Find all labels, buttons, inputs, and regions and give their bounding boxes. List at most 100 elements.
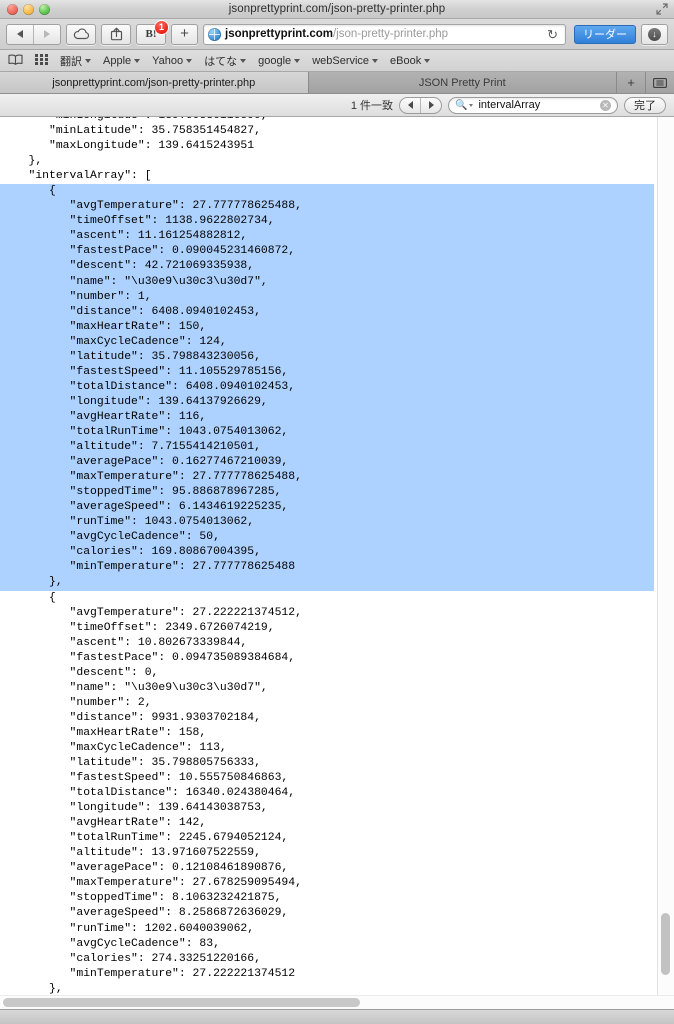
json-line: "ascent": 11.161254882812, bbox=[0, 229, 654, 245]
close-icon[interactable] bbox=[7, 3, 18, 15]
window-bottom-bar bbox=[0, 1009, 674, 1024]
tab-label: jsonprettyprint.com/json-pretty-printer.… bbox=[52, 76, 256, 89]
chevron-down-icon bbox=[85, 58, 91, 63]
icloud-tabs-button[interactable] bbox=[66, 23, 96, 45]
json-line: "maxTemperature": 27.678259095494, bbox=[8, 877, 302, 890]
json-line: }, bbox=[8, 982, 63, 995]
add-bookmark-button[interactable]: + bbox=[171, 23, 198, 45]
find-match-count: 1 件一致 bbox=[350, 100, 393, 112]
json-line: "averagePace": 0.12108461890876, bbox=[8, 862, 289, 875]
tab-json-pretty-print[interactable]: JSON Pretty Print bbox=[308, 72, 617, 93]
json-line: "avgHeartRate": 116, bbox=[0, 409, 654, 425]
clear-search-icon[interactable]: ✕ bbox=[600, 99, 611, 111]
back-button[interactable] bbox=[7, 24, 34, 44]
nav-buttons bbox=[6, 23, 61, 45]
reader-button[interactable]: リーダー bbox=[574, 24, 636, 44]
json-line: "maxLongitude": 139.6415243951 bbox=[8, 140, 255, 153]
json-line: "maxHeartRate": 150, bbox=[0, 319, 654, 335]
find-done-button[interactable]: 完了 bbox=[624, 96, 666, 114]
minimize-icon[interactable] bbox=[23, 3, 34, 15]
bookmark-label: google bbox=[258, 54, 292, 67]
json-line: "fastestPace": 0.090045231460872, bbox=[0, 244, 654, 260]
bookmark-item-translate[interactable]: 翻訳 bbox=[60, 53, 91, 69]
json-line: "latitude": 35.798843230056, bbox=[0, 349, 654, 365]
bookmark-item-ebook[interactable]: eBook bbox=[390, 55, 431, 67]
title-bar: jsonprettyprint.com/json-pretty-printer.… bbox=[0, 0, 674, 19]
safari-window: jsonprettyprint.com/json-pretty-printer.… bbox=[0, 0, 674, 1024]
json-line: "totalRunTime": 2245.6794052124, bbox=[8, 832, 289, 845]
find-navigation bbox=[399, 96, 442, 114]
window-title: jsonprettyprint.com/json-pretty-printer.… bbox=[228, 3, 446, 15]
next-arrow-icon bbox=[428, 101, 434, 109]
json-line: "latitude": 35.798805756333, bbox=[8, 757, 261, 770]
fullscreen-icon[interactable] bbox=[656, 3, 668, 15]
plus-icon: + bbox=[627, 75, 635, 90]
downloads-button[interactable]: ↓ bbox=[641, 23, 668, 45]
json-line: }, bbox=[0, 575, 654, 591]
bookmark-label: はてな bbox=[204, 55, 238, 68]
zoom-icon[interactable] bbox=[39, 3, 50, 15]
json-line: "name": "\u30e9\u30c3\u30d7", bbox=[8, 681, 268, 694]
find-next-button[interactable] bbox=[421, 98, 441, 113]
json-line: "calories": 169.80867004395, bbox=[0, 545, 654, 561]
json-line: "stoppedTime": 95.886878967285, bbox=[0, 485, 654, 501]
bookmark-item-hatena[interactable]: はてな bbox=[204, 53, 247, 69]
bookmark-label: webService bbox=[312, 54, 370, 67]
json-output[interactable]: "minLongitude": 139.60336116899, "minLat… bbox=[0, 117, 657, 995]
json-line: "totalDistance": 6408.0940102453, bbox=[0, 379, 654, 395]
json-line: "totalDistance": 16340.024380464, bbox=[8, 787, 296, 800]
bookmark-item-apple[interactable]: Apple bbox=[103, 54, 141, 67]
chevron-down-icon bbox=[372, 58, 379, 63]
bookmark-item-webservice[interactable]: webService bbox=[312, 54, 379, 67]
find-input-wrapper[interactable]: 🔍 intervalArray ✕ bbox=[448, 96, 618, 114]
json-line: "avgHeartRate": 142, bbox=[8, 817, 207, 830]
website-icon bbox=[208, 27, 221, 41]
tab-overview-icon bbox=[653, 77, 667, 88]
hatena-bookmark-button[interactable]: B! 1 bbox=[136, 20, 168, 45]
chevron-down-icon[interactable] bbox=[469, 103, 474, 107]
json-line: "ascent": 10.802673339844, bbox=[8, 636, 248, 649]
json-line: "fastestPace": 0.094735089384684, bbox=[8, 651, 296, 664]
share-icon bbox=[110, 27, 122, 41]
bookmark-item-yahoo[interactable]: Yahoo bbox=[152, 55, 193, 67]
find-input[interactable]: intervalArray bbox=[478, 99, 600, 111]
tab-overview-button[interactable] bbox=[646, 72, 674, 93]
url-host: jsonprettyprint.com bbox=[225, 28, 333, 40]
json-line: "avgTemperature": 27.222221374512, bbox=[8, 606, 302, 619]
json-line: "descent": 0, bbox=[8, 666, 159, 679]
tab-bar: jsonprettyprint.com/json-pretty-printer.… bbox=[0, 72, 674, 94]
json-line: "longitude": 139.64137926629, bbox=[0, 394, 654, 410]
share-button[interactable] bbox=[101, 23, 131, 45]
vertical-scrollbar[interactable] bbox=[657, 117, 674, 995]
new-tab-button[interactable]: + bbox=[617, 72, 646, 93]
chevron-down-icon bbox=[424, 58, 431, 63]
json-line: "minLongitude": 139.60336116899, bbox=[0, 117, 657, 124]
json-line: "avgCycleCadence": 83, bbox=[8, 937, 220, 950]
json-line: "avgCycleCadence": 50, bbox=[0, 530, 654, 546]
json-line: { bbox=[0, 184, 654, 200]
address-bar[interactable]: jsonprettyprint.com/json-pretty-printer.… bbox=[203, 23, 566, 45]
tab-json-pretty-printer-php[interactable]: jsonprettyprint.com/json-pretty-printer.… bbox=[0, 72, 309, 93]
forward-button[interactable] bbox=[34, 25, 60, 44]
bookmark-item-google[interactable]: google bbox=[258, 54, 301, 67]
tab-label: JSON Pretty Print bbox=[418, 76, 506, 89]
horizontal-scrollbar-thumb[interactable] bbox=[3, 998, 360, 1007]
done-label: 完了 bbox=[634, 100, 656, 112]
reader-label: リーダー bbox=[583, 29, 627, 41]
top-sites-icon[interactable] bbox=[35, 52, 48, 70]
json-line: "intervalArray": [ bbox=[8, 170, 152, 183]
json-line: "longitude": 139.64143038753, bbox=[8, 802, 268, 815]
json-line: "distance": 6408.0940102453, bbox=[0, 304, 654, 320]
find-previous-button[interactable] bbox=[400, 97, 421, 113]
chevron-down-icon bbox=[134, 58, 141, 63]
json-line: "maxTemperature": 27.777778625488, bbox=[0, 470, 654, 486]
reload-icon[interactable]: ↻ bbox=[544, 28, 561, 41]
cloud-icon bbox=[73, 28, 89, 40]
bookmark-label: Apple bbox=[103, 54, 132, 67]
json-line: "name": "\u30e9\u30c3\u30d7", bbox=[0, 274, 654, 290]
json-line: }, bbox=[8, 155, 43, 168]
show-sidebar-icon[interactable] bbox=[8, 52, 23, 70]
horizontal-scrollbar[interactable] bbox=[0, 995, 674, 1009]
vertical-scrollbar-thumb[interactable] bbox=[661, 913, 670, 975]
find-bar: 1 件一致 🔍 intervalArray ✕ 完了 bbox=[0, 94, 674, 117]
